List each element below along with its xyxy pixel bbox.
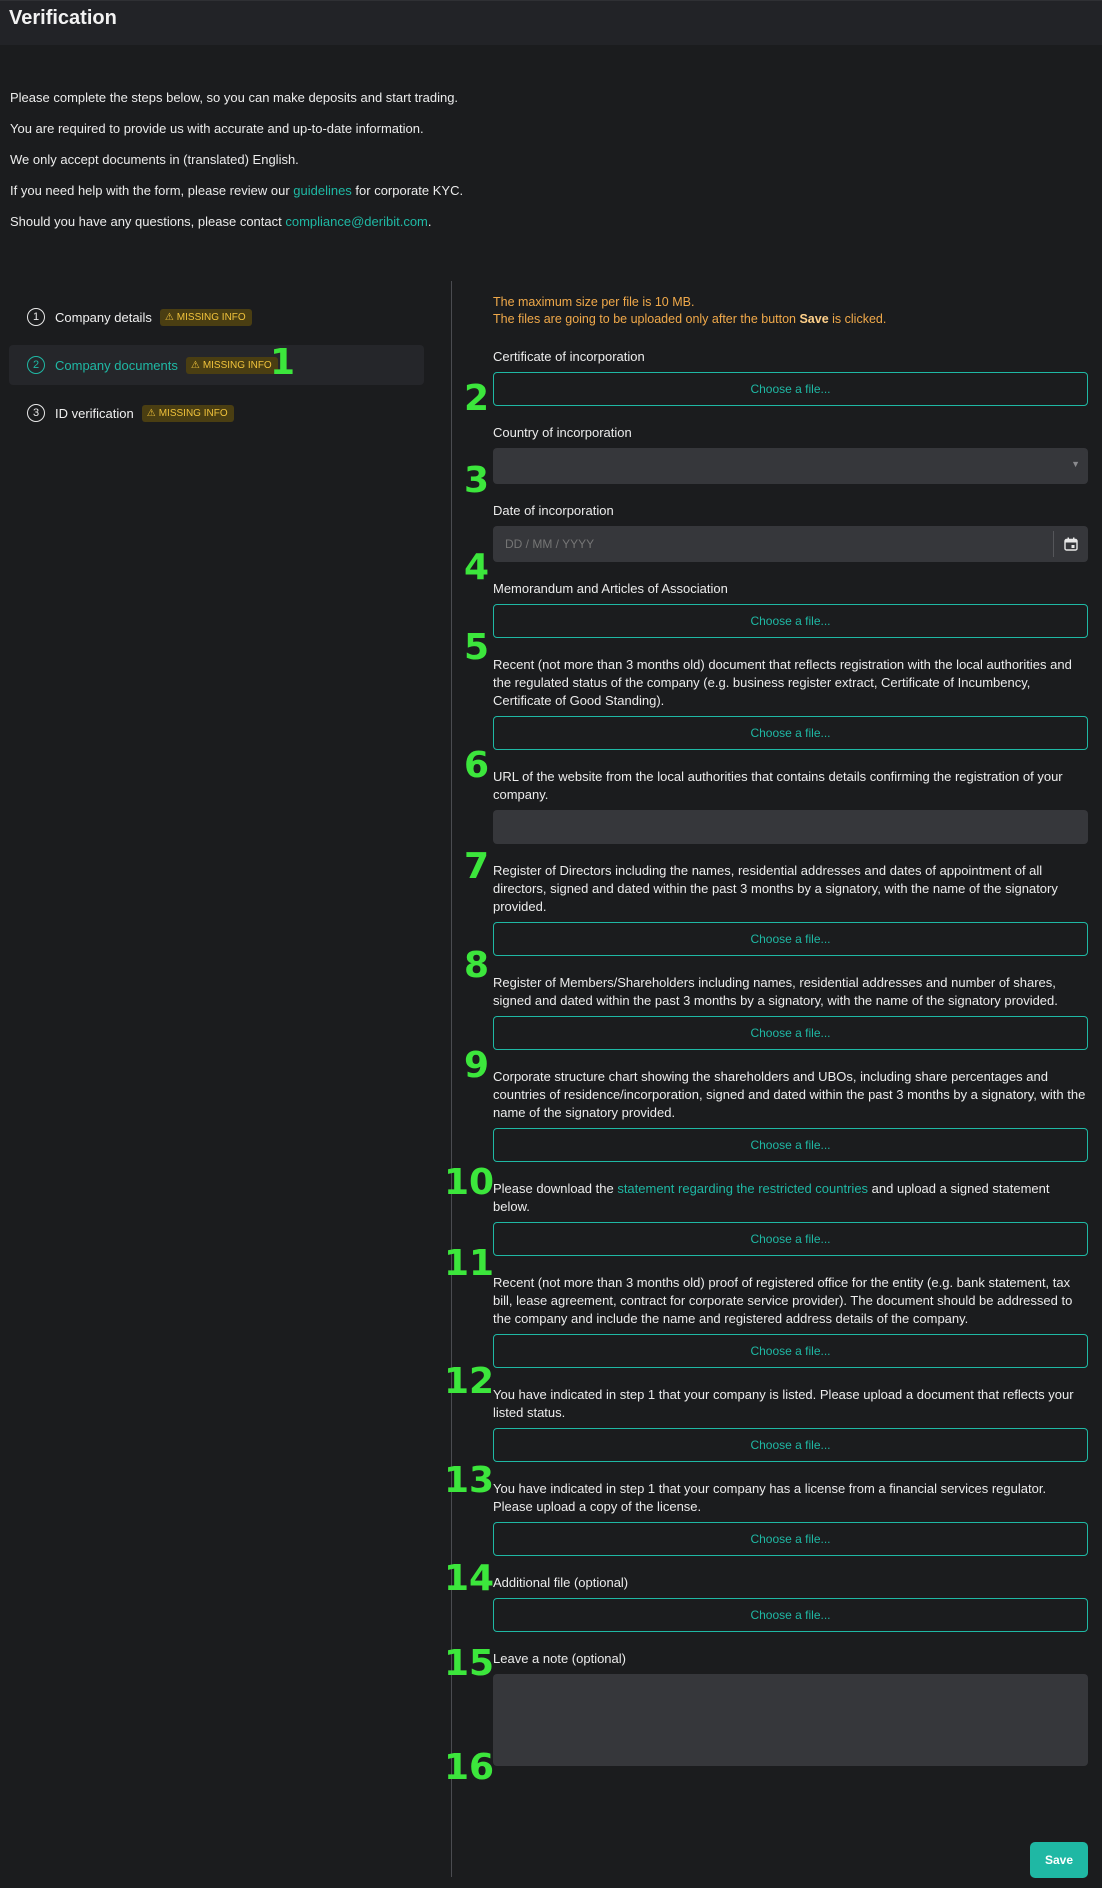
intro-line: Please complete the steps below, so you … [10, 90, 459, 105]
field-structure-chart: Corporate structure chart showing the sh… [493, 1068, 1088, 1162]
field-note: Leave a note (optional) [493, 1650, 1088, 1769]
page-title: Verification [9, 7, 117, 29]
missing-info-badge: ⚠ MISSING INFO [185, 356, 278, 374]
choose-file-button[interactable]: Choose a file... [493, 1222, 1088, 1256]
save-button[interactable]: Save [1030, 1842, 1088, 1878]
field-country: Country of incorporation ▼ [493, 424, 1088, 484]
field-label: Date of incorporation [493, 503, 614, 518]
upload-notice: The maximum size per file is 10 MB. The … [493, 295, 887, 326]
step-id-verification[interactable]: 3 ID verification ⚠ MISSING INFO [9, 393, 424, 433]
documents-form: The maximum size per file is 10 MB. The … [493, 290, 1088, 1787]
field-registered-office: Recent (not more than 3 months old) proo… [493, 1274, 1088, 1368]
warning-icon: ⚠ [164, 311, 174, 323]
url-input[interactable] [493, 810, 1088, 844]
choose-file-button[interactable]: Choose a file... [493, 372, 1088, 406]
choose-file-button[interactable]: Choose a file... [493, 922, 1088, 956]
annotation-marker: 16 [444, 1747, 495, 1788]
step-label: ID verification [55, 405, 134, 421]
field-directors: Register of Directors including the name… [493, 862, 1088, 956]
annotation-marker: 13 [444, 1460, 495, 1501]
field-certificate: Certificate of incorporation Choose a fi… [493, 348, 1088, 406]
field-label: Please download the statement regarding … [493, 1181, 1050, 1214]
intro-text: Please complete the steps below, so you … [10, 90, 710, 245]
choose-file-button[interactable]: Choose a file... [493, 1128, 1088, 1162]
step-number: 2 [27, 356, 45, 374]
choose-file-button[interactable]: Choose a file... [493, 1428, 1088, 1462]
intro-line: We only accept documents in (translated)… [10, 152, 299, 167]
guidelines-link[interactable]: guidelines [293, 183, 352, 198]
date-field [493, 526, 1088, 562]
country-select[interactable]: ▼ [493, 448, 1088, 484]
note-textarea[interactable] [493, 1674, 1088, 1766]
choose-file-button[interactable]: Choose a file... [493, 1016, 1088, 1050]
choose-file-button[interactable]: Choose a file... [493, 716, 1088, 750]
choose-file-button[interactable]: Choose a file... [493, 604, 1088, 638]
field-additional-file: Additional file (optional) Choose a file… [493, 1574, 1088, 1632]
missing-info-badge: ⚠ MISSING INFO [159, 308, 252, 326]
steps-nav: 1 Company details ⚠ MISSING INFO 2 Compan… [9, 297, 424, 441]
annotation-marker: 10 [444, 1162, 495, 1203]
annotation-marker: 14 [444, 1558, 495, 1599]
intro-line: If you need help with the form, please r… [10, 183, 464, 198]
field-members: Register of Members/Shareholders includi… [493, 974, 1088, 1050]
field-authority-url: URL of the website from the local author… [493, 768, 1088, 844]
choose-file-button[interactable]: Choose a file... [493, 1598, 1088, 1632]
calendar-icon[interactable] [1053, 531, 1088, 557]
annotation-marker: 5 [464, 627, 490, 668]
field-label: Register of Members/Shareholders includi… [493, 975, 1058, 1008]
field-memorandum: Memorandum and Articles of Association C… [493, 580, 1088, 638]
intro-line: You are required to provide us with accu… [10, 121, 424, 136]
annotation-marker: 9 [464, 1045, 490, 1086]
step-number: 1 [27, 308, 45, 326]
compliance-email-link[interactable]: compliance@deribit.com [285, 214, 428, 229]
annotation-marker: 15 [444, 1643, 495, 1684]
warning-icon: ⚠ [190, 359, 200, 371]
field-label: Register of Directors including the name… [493, 863, 1058, 914]
chevron-down-icon: ▼ [1071, 459, 1080, 469]
field-label: Recent (not more than 3 months old) proo… [493, 1275, 1073, 1326]
field-label: Leave a note (optional) [493, 1651, 626, 1666]
field-label: Corporate structure chart showing the sh… [493, 1069, 1086, 1120]
step-company-documents[interactable]: 2 Company documents ⚠ MISSING INFO [9, 345, 424, 385]
step-label: Company details [55, 309, 152, 325]
field-label: Recent (not more than 3 months old) docu… [493, 657, 1072, 708]
annotation-marker: 4 [464, 547, 490, 588]
vertical-divider [451, 281, 452, 1877]
annotation-marker: 12 [444, 1361, 495, 1402]
annotation-marker: 11 [444, 1243, 495, 1284]
annotation-marker: 1 [270, 342, 296, 383]
annotation-marker: 6 [464, 745, 490, 786]
field-date: Date of incorporation [493, 502, 1088, 562]
field-label: Memorandum and Articles of Association [493, 581, 728, 596]
step-number: 3 [27, 404, 45, 422]
choose-file-button[interactable]: Choose a file... [493, 1334, 1088, 1368]
annotation-marker: 7 [464, 846, 490, 887]
field-license: You have indicated in step 1 that your c… [493, 1480, 1088, 1556]
field-registration-document: Recent (not more than 3 months old) docu… [493, 656, 1088, 750]
field-label: Country of incorporation [493, 425, 632, 440]
date-input[interactable] [493, 536, 1027, 552]
field-label: Additional file (optional) [493, 1575, 629, 1590]
annotation-marker: 8 [464, 945, 490, 986]
restricted-countries-link[interactable]: statement regarding the restricted count… [617, 1181, 868, 1196]
field-label: You have indicated in step 1 that your c… [493, 1387, 1074, 1420]
warning-icon: ⚠ [146, 407, 156, 419]
field-label: Certificate of incorporation [493, 349, 645, 364]
annotation-marker: 3 [464, 460, 490, 501]
field-label: URL of the website from the local author… [493, 769, 1063, 802]
step-company-details[interactable]: 1 Company details ⚠ MISSING INFO [9, 297, 424, 337]
step-label: Company documents [55, 357, 178, 373]
annotation-marker: 2 [464, 378, 490, 419]
field-restricted-countries: Please download the statement regarding … [493, 1180, 1088, 1256]
choose-file-button[interactable]: Choose a file... [493, 1522, 1088, 1556]
field-listed-status: You have indicated in step 1 that your c… [493, 1386, 1088, 1462]
intro-line: Should you have any questions, please co… [10, 214, 432, 229]
field-label: You have indicated in step 1 that your c… [493, 1481, 1047, 1514]
missing-info-badge: ⚠ MISSING INFO [141, 404, 234, 422]
header-bar: Verification [0, 0, 1102, 45]
